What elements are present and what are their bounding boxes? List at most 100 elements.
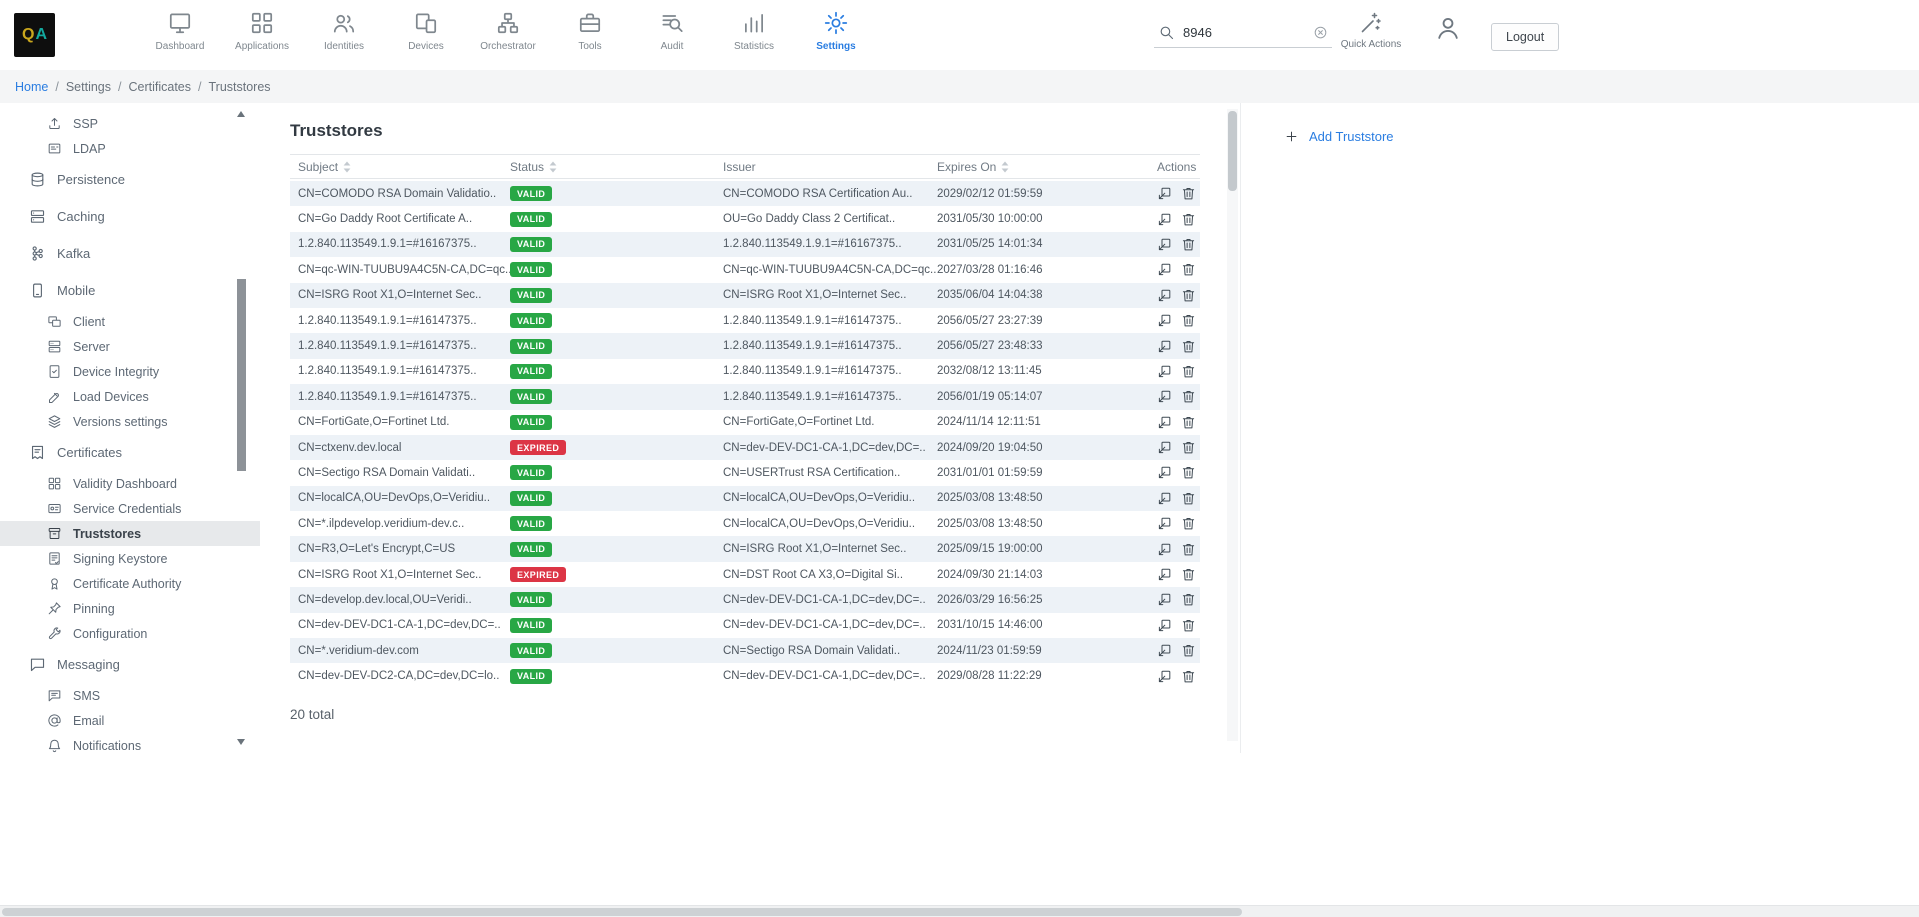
sidebar-item-certificate-authority[interactable]: Certificate Authority bbox=[0, 571, 260, 596]
sidebar-item-truststores[interactable]: Truststores bbox=[0, 521, 260, 546]
app-logo[interactable]: Q A bbox=[14, 13, 55, 57]
sidebar-item-validity-dashboard[interactable]: Validity Dashboard bbox=[0, 471, 260, 496]
cell-actions bbox=[1157, 516, 1200, 531]
sidebar-item-email[interactable]: Email bbox=[0, 708, 260, 733]
sidebar-item-sms[interactable]: SMS bbox=[0, 683, 260, 708]
sort-icon[interactable] bbox=[343, 161, 351, 173]
delete-icon[interactable] bbox=[1181, 262, 1196, 277]
view-details-icon[interactable] bbox=[1157, 643, 1172, 658]
view-details-icon[interactable] bbox=[1157, 542, 1172, 557]
delete-icon[interactable] bbox=[1181, 364, 1196, 379]
nav-item-settings[interactable]: Settings bbox=[808, 10, 864, 52]
sidebar-item-load-devices[interactable]: Load Devices bbox=[0, 384, 260, 409]
delete-icon[interactable] bbox=[1181, 567, 1196, 582]
view-details-icon[interactable] bbox=[1157, 212, 1172, 227]
breadcrumb-item-settings[interactable]: Settings bbox=[66, 80, 111, 94]
view-details-icon[interactable] bbox=[1157, 339, 1172, 354]
sidebar-item-device-integrity[interactable]: Device Integrity bbox=[0, 359, 260, 384]
delete-icon[interactable] bbox=[1181, 212, 1196, 227]
nav-item-statistics[interactable]: Statistics bbox=[726, 10, 782, 52]
column-header-status[interactable]: Status bbox=[510, 160, 723, 174]
view-details-icon[interactable] bbox=[1157, 491, 1172, 506]
delete-icon[interactable] bbox=[1181, 542, 1196, 557]
sidebar-item-certificates[interactable]: Certificates bbox=[0, 434, 260, 471]
user-menu-button[interactable] bbox=[1434, 14, 1462, 42]
breadcrumb-item-home[interactable]: Home bbox=[15, 80, 48, 94]
view-details-icon[interactable] bbox=[1157, 567, 1172, 582]
cell-issuer: CN=COMODO RSA Certification Au.. bbox=[723, 188, 937, 200]
sort-icon[interactable] bbox=[549, 161, 557, 173]
sidebar-scrollbar-thumb[interactable] bbox=[237, 279, 246, 471]
sidebar-item-caching[interactable]: Caching bbox=[0, 198, 260, 235]
view-details-icon[interactable] bbox=[1157, 389, 1172, 404]
nav-item-applications[interactable]: Applications bbox=[234, 10, 290, 52]
cell-subject: CN=develop.dev.local,OU=Veridi.. bbox=[290, 594, 510, 606]
sidebar-item-ssp[interactable]: SSP bbox=[0, 111, 260, 136]
delete-icon[interactable] bbox=[1181, 389, 1196, 404]
main-scrollbar-thumb[interactable] bbox=[1228, 111, 1237, 191]
scroll-down-arrow-icon[interactable] bbox=[237, 739, 245, 745]
view-details-icon[interactable] bbox=[1157, 364, 1172, 379]
delete-icon[interactable] bbox=[1181, 288, 1196, 303]
sidebar-item-ldap[interactable]: LDAP bbox=[0, 136, 260, 161]
delete-icon[interactable] bbox=[1181, 237, 1196, 252]
nav-item-dashboard[interactable]: Dashboard bbox=[152, 10, 208, 52]
delete-icon[interactable] bbox=[1181, 465, 1196, 480]
sidebar-item-service-credentials[interactable]: Service Credentials bbox=[0, 496, 260, 521]
column-header-expires-on[interactable]: Expires On bbox=[937, 160, 1157, 174]
view-details-icon[interactable] bbox=[1157, 415, 1172, 430]
column-header-subject[interactable]: Subject bbox=[290, 160, 510, 174]
sidebar-item-signing-keystore[interactable]: Signing Keystore bbox=[0, 546, 260, 571]
view-details-icon[interactable] bbox=[1157, 592, 1172, 607]
sort-icon[interactable] bbox=[1001, 161, 1009, 173]
clear-search-icon[interactable] bbox=[1313, 25, 1328, 40]
sidebar-item-persistence[interactable]: Persistence bbox=[0, 161, 260, 198]
view-details-icon[interactable] bbox=[1157, 440, 1172, 455]
nav-item-orchestrator[interactable]: Orchestrator bbox=[480, 10, 536, 52]
view-details-icon[interactable] bbox=[1157, 516, 1172, 531]
delete-icon[interactable] bbox=[1181, 313, 1196, 328]
horizontal-scrollbar[interactable] bbox=[0, 905, 1919, 917]
sidebar-item-mobile[interactable]: Mobile bbox=[0, 272, 260, 309]
sidebar-item-pinning[interactable]: Pinning bbox=[0, 596, 260, 621]
main-scrollbar[interactable] bbox=[1227, 109, 1238, 741]
breadcrumb-item-certificates[interactable]: Certificates bbox=[128, 80, 191, 94]
nav-item-audit[interactable]: Audit bbox=[644, 10, 700, 52]
delete-icon[interactable] bbox=[1181, 643, 1196, 658]
view-details-icon[interactable] bbox=[1157, 669, 1172, 684]
delete-icon[interactable] bbox=[1181, 618, 1196, 633]
cell-status: VALID bbox=[510, 415, 723, 430]
horizontal-scrollbar-thumb[interactable] bbox=[2, 908, 1242, 916]
view-details-icon[interactable] bbox=[1157, 237, 1172, 252]
delete-icon[interactable] bbox=[1181, 592, 1196, 607]
search-input[interactable] bbox=[1183, 25, 1305, 40]
logout-button[interactable]: Logout bbox=[1491, 23, 1559, 51]
sidebar-item-server[interactable]: Server bbox=[0, 334, 260, 359]
sidebar-item-client[interactable]: Client bbox=[0, 309, 260, 334]
sidebar-item-versions-settings[interactable]: Versions settings bbox=[0, 409, 260, 434]
sidebar-item-messaging[interactable]: Messaging bbox=[0, 646, 260, 683]
quick-actions-button[interactable]: Quick Actions bbox=[1342, 11, 1400, 50]
delete-icon[interactable] bbox=[1181, 516, 1196, 531]
sidebar-scrollbar[interactable] bbox=[236, 111, 247, 745]
view-details-icon[interactable] bbox=[1157, 618, 1172, 633]
nav-item-identities[interactable]: Identities bbox=[316, 10, 372, 52]
scroll-up-arrow-icon[interactable] bbox=[237, 111, 245, 117]
delete-icon[interactable] bbox=[1181, 440, 1196, 455]
delete-icon[interactable] bbox=[1181, 186, 1196, 201]
sidebar-item-configuration[interactable]: Configuration bbox=[0, 621, 260, 646]
view-details-icon[interactable] bbox=[1157, 262, 1172, 277]
delete-icon[interactable] bbox=[1181, 669, 1196, 684]
view-details-icon[interactable] bbox=[1157, 313, 1172, 328]
delete-icon[interactable] bbox=[1181, 339, 1196, 354]
delete-icon[interactable] bbox=[1181, 491, 1196, 506]
nav-item-devices[interactable]: Devices bbox=[398, 10, 454, 52]
sidebar-item-kafka[interactable]: Kafka bbox=[0, 235, 260, 272]
view-details-icon[interactable] bbox=[1157, 288, 1172, 303]
delete-icon[interactable] bbox=[1181, 415, 1196, 430]
sidebar-item-notifications[interactable]: Notifications bbox=[0, 733, 260, 758]
view-details-icon[interactable] bbox=[1157, 465, 1172, 480]
view-details-icon[interactable] bbox=[1157, 186, 1172, 201]
nav-item-tools[interactable]: Tools bbox=[562, 10, 618, 52]
add-truststore-button[interactable]: Add Truststore bbox=[1284, 129, 1394, 144]
